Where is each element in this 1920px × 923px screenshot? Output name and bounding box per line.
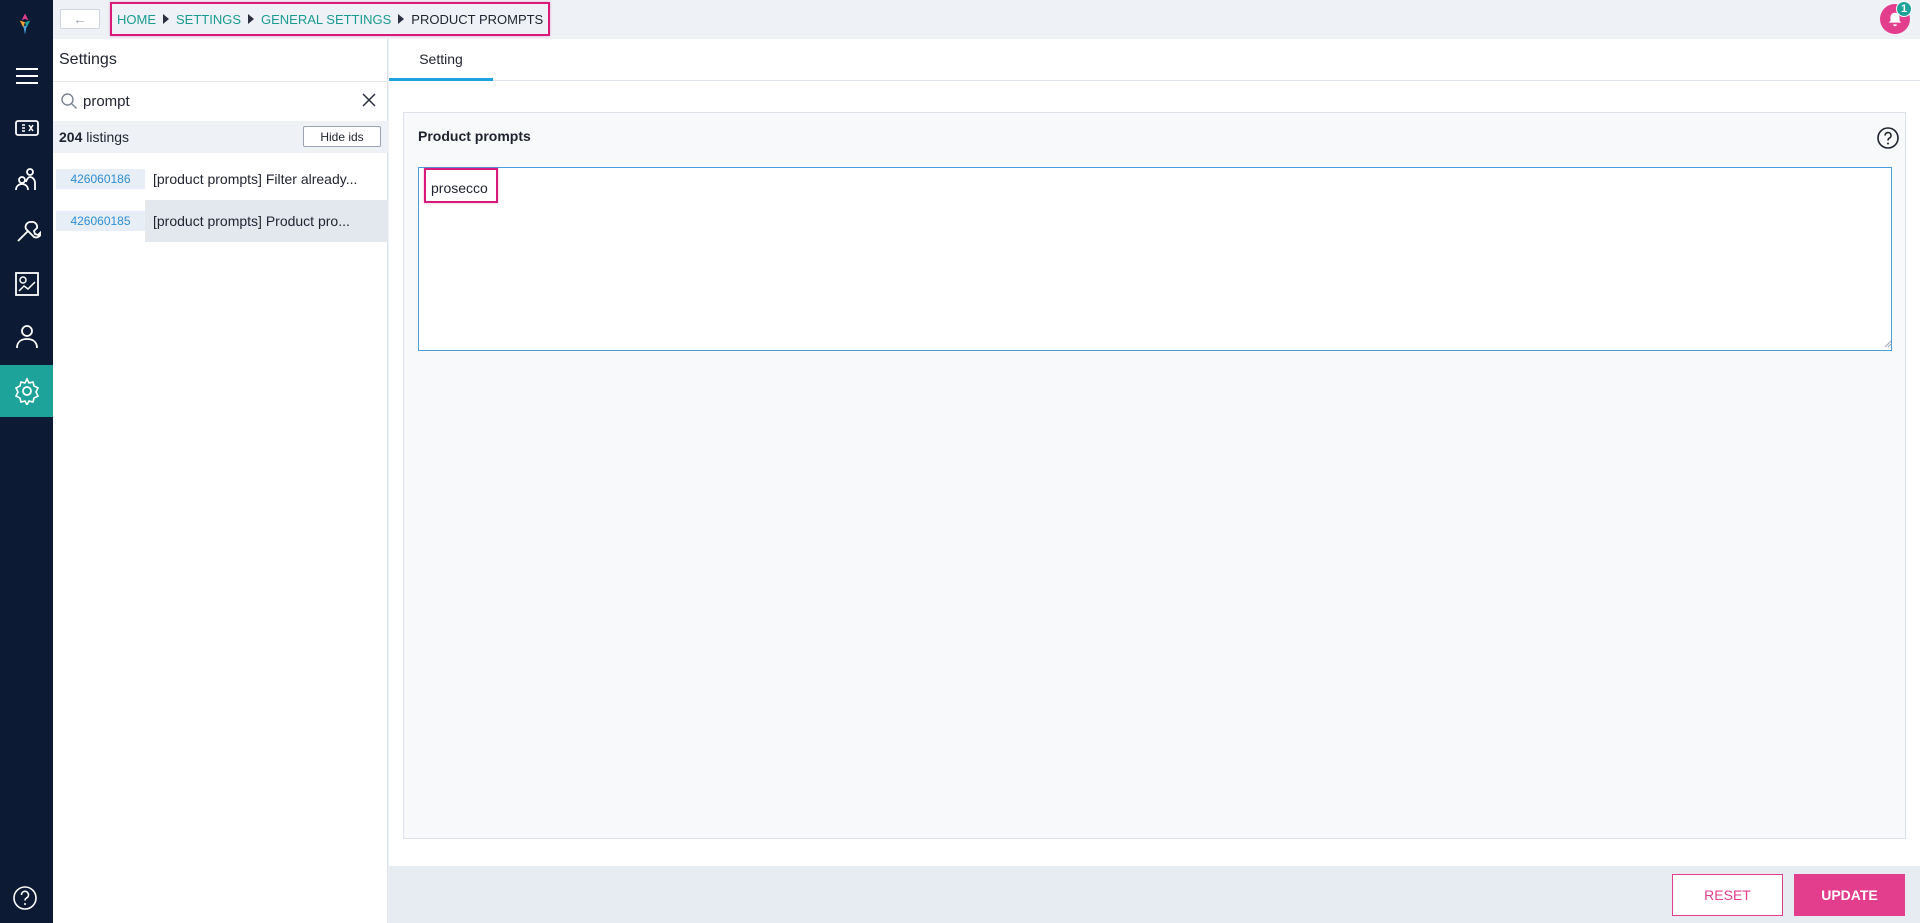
customers-icon	[14, 168, 36, 191]
list-item-label: [product prompts] Product pro...	[145, 200, 388, 242]
user-icon	[15, 325, 38, 349]
breadcrumb-general-settings[interactable]: GENERAL SETTINGS	[261, 12, 391, 27]
back-button[interactable]: ←	[60, 9, 100, 29]
list-item[interactable]: 426060186 [product prompts] Filter alrea…	[53, 158, 388, 200]
list-item-label: [product prompts] Filter already...	[153, 171, 358, 187]
caret-right-icon	[248, 14, 255, 24]
breadcrumb-settings[interactable]: SETTINGS	[176, 12, 241, 27]
top-bar: ← HOME SETTINGS GENERAL SETTINGS PRODUCT…	[53, 0, 1920, 39]
resize-grip-icon[interactable]	[1882, 338, 1892, 348]
tab-setting[interactable]: Setting	[389, 39, 493, 81]
ticket-icon	[14, 120, 39, 136]
caret-right-icon	[163, 14, 169, 24]
menu-icon	[15, 68, 38, 84]
list-item[interactable]: 426060185 [product prompts] Product pro.…	[53, 200, 388, 242]
breadcrumb-current: PRODUCT PROMPTS	[411, 11, 544, 27]
notification-badge: 1	[1896, 1, 1912, 17]
logo-icon	[19, 13, 31, 35]
list-item-id: 426060185	[56, 211, 145, 231]
reset-button[interactable]: RESET	[1672, 874, 1783, 916]
tab-bar: Setting	[389, 39, 1920, 81]
tab-content: Product prompts prosecco	[389, 81, 1920, 866]
question-icon	[1877, 127, 1899, 149]
listing-count: 204 listings	[59, 129, 129, 145]
caret-right-icon	[398, 14, 405, 24]
help-icon	[13, 886, 37, 910]
setting-title: Product prompts	[418, 128, 531, 144]
hide-ids-button[interactable]: Hide ids	[303, 126, 381, 147]
nav-reports[interactable]	[0, 258, 53, 310]
gear-icon	[14, 377, 39, 405]
breadcrumb-home[interactable]: HOME	[117, 12, 156, 27]
search-input[interactable]	[83, 90, 343, 112]
product-prompts-textarea[interactable]: prosecco	[418, 167, 1892, 351]
arrow-left-icon: ←	[73, 11, 87, 27]
settings-panel: Settings 204 listings Hide ids 426060186…	[53, 39, 388, 923]
listing-count-suffix: listings	[86, 129, 130, 145]
help-button[interactable]	[11, 884, 39, 917]
nav-rail	[0, 0, 53, 923]
nav-users[interactable]	[0, 310, 53, 362]
tools-icon	[16, 221, 41, 242]
action-footer: RESET UPDATE	[389, 866, 1920, 923]
setting-card: Product prompts prosecco	[403, 112, 1906, 839]
app-logo[interactable]	[11, 10, 43, 42]
nav-customers[interactable]	[0, 154, 53, 206]
nav-settings[interactable]	[0, 365, 53, 417]
update-button[interactable]: UPDATE	[1794, 874, 1905, 916]
nav-tools[interactable]	[0, 206, 53, 258]
breadcrumb: HOME SETTINGS GENERAL SETTINGS PRODUCT P…	[110, 2, 551, 36]
listing-bar: 204 listings Hide ids	[53, 121, 388, 153]
nav-menu[interactable]	[0, 50, 53, 102]
clear-search-icon[interactable]	[361, 92, 377, 113]
report-icon	[14, 272, 39, 296]
notifications-button[interactable]: 1	[1880, 1, 1912, 34]
panel-title: Settings	[59, 51, 117, 68]
list-item-id: 426060186	[56, 169, 145, 189]
settings-search	[53, 81, 388, 119]
search-icon	[60, 92, 78, 115]
nav-tickets[interactable]	[0, 102, 53, 154]
help-button[interactable]	[1876, 126, 1900, 155]
main-content: Setting Product prompts prosecco	[389, 39, 1920, 866]
listing-count-number: 204	[59, 129, 83, 145]
